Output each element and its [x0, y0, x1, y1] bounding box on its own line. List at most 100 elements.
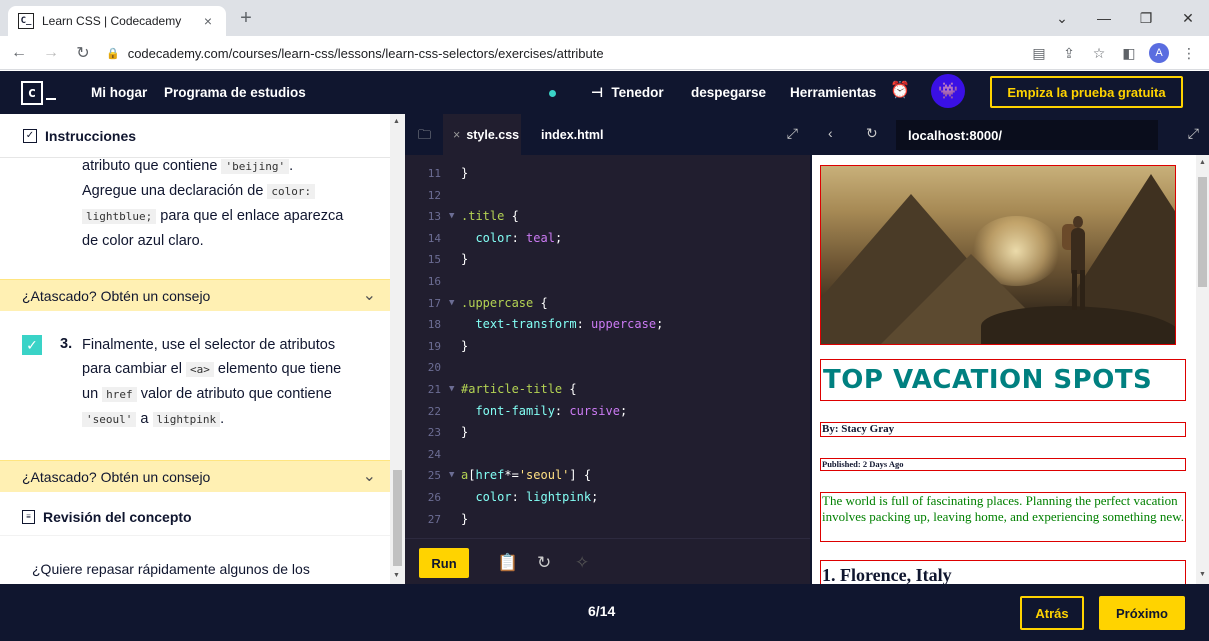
preview-refresh-icon[interactable]: ↻	[866, 125, 878, 142]
tab-style-css[interactable]: × style.css	[443, 114, 521, 155]
browser-tab[interactable]: C_ Learn CSS | Codecademy ×	[8, 6, 226, 36]
code-line[interactable]: 25 ▼ a[href*='seoul'] {	[405, 465, 810, 486]
hiker-body	[1071, 228, 1085, 274]
menu-kebab-icon[interactable]: ⋮	[1179, 45, 1199, 62]
takeoff-button[interactable]: despegarse	[691, 85, 766, 100]
scroll-up-icon[interactable]: ▲	[393, 118, 400, 125]
magic-wand-icon[interactable]: ✧	[575, 553, 589, 573]
fold-arrow-icon[interactable]: ▼	[449, 379, 454, 400]
instructions-header[interactable]: ✓ Instrucciones	[0, 114, 390, 158]
fork-button[interactable]: ⊣ Tenedor	[591, 85, 664, 101]
next-button[interactable]: Próximo	[1099, 596, 1185, 630]
code-line[interactable]: 14 color: teal;	[405, 228, 810, 249]
hint-toggle-step3[interactable]: ¿Atascado? Obtén un consejo ⌄	[0, 460, 390, 492]
code-text: .title {	[461, 206, 519, 227]
side-panel-icon[interactable]: ◧	[1119, 45, 1139, 62]
share-icon[interactable]: ⇪	[1059, 45, 1079, 62]
code-line[interactable]: 15}	[405, 249, 810, 270]
hint-toggle-step2[interactable]: ¿Atascado? Obtén un consejo ⌄	[0, 279, 390, 311]
line-number: 26	[427, 491, 441, 504]
article-byline: By: Stacy Gray	[820, 422, 1186, 437]
code-text: }	[461, 249, 468, 270]
code-token: ;	[619, 403, 628, 418]
codecademy-logo-icon[interactable]: c	[21, 80, 43, 105]
code-line[interactable]: 18 text-transform: uppercase;	[405, 314, 810, 335]
preview-url-field[interactable]: localhost:8000/	[896, 120, 1158, 150]
code-line[interactable]: 19}	[405, 336, 810, 357]
code-token: teal	[526, 230, 555, 245]
instructions-scrollbar[interactable]: ▲ ▼	[390, 114, 405, 584]
code-text: color: lightpink;	[461, 487, 598, 508]
scrollbar-thumb[interactable]	[1198, 177, 1207, 287]
code-line[interactable]: 24	[405, 444, 810, 465]
scroll-down-icon[interactable]: ▼	[1199, 571, 1206, 578]
fold-arrow-icon[interactable]: ▼	[449, 293, 454, 314]
concept-review-header[interactable]: ≡ Revisión del concepto	[0, 498, 390, 536]
code-line[interactable]: 20	[405, 357, 810, 378]
code-line[interactable]: 23}	[405, 422, 810, 443]
close-tab-icon[interactable]: ×	[200, 13, 216, 29]
run-button[interactable]: Run	[419, 548, 469, 578]
step3-complete-check-icon: ✓	[22, 335, 42, 355]
fold-arrow-icon[interactable]: ▼	[449, 206, 454, 227]
code-token: color	[461, 490, 512, 504]
address-bar: ← → ↻ 🔒 codecademy.com/courses/learn-css…	[0, 36, 1209, 70]
fold-arrow-icon[interactable]: ▼	[449, 465, 454, 486]
code-token: :	[576, 317, 592, 332]
back-button[interactable]: Atrás	[1020, 596, 1084, 630]
tab-label: index.html	[541, 127, 604, 142]
code-token: text-transform	[461, 317, 577, 332]
user-avatar-icon[interactable]: 👾	[931, 74, 965, 108]
expand-editor-icon[interactable]: ⤢	[787, 125, 798, 142]
code-line[interactable]: 12	[405, 185, 810, 206]
profile-avatar-icon[interactable]: A	[1149, 43, 1169, 63]
close-window-icon[interactable]: ✕	[1167, 10, 1209, 27]
forward-arrow-icon[interactable]: →	[38, 44, 64, 62]
code-line[interactable]: 13 ▼ .title {	[405, 206, 810, 227]
nav-home[interactable]: Mi hogar	[91, 85, 147, 100]
close-file-icon[interactable]: ×	[453, 128, 460, 142]
code-line[interactable]: 17 ▼ .uppercase {	[405, 293, 810, 314]
code-text: font-family: cursive;	[461, 401, 627, 422]
destination-heading: 1. Florence, Italy	[820, 560, 1186, 584]
tab-list-chevron-icon[interactable]: ⌄	[1041, 10, 1083, 27]
reload-icon[interactable]: ↻	[70, 43, 96, 63]
preview-toolbar: ‹ ↻ localhost:8000/ ⤢	[810, 114, 1209, 155]
checkbox-icon: ✓	[23, 128, 37, 143]
url-field[interactable]: 🔒 codecademy.com/courses/learn-css/lesso…	[106, 40, 1026, 66]
code-token: .title	[461, 209, 505, 224]
fork-label: Tenedor	[611, 85, 664, 100]
preview-scrollbar[interactable]: ▲ ▼	[1196, 155, 1209, 584]
code-area[interactable]: 11} 12 13 ▼ .title {14 color: teal; 15} 16 17 ▼.…	[405, 155, 810, 538]
restore-icon[interactable]: ❐	[1125, 10, 1167, 27]
code-line[interactable]: 11}	[405, 163, 810, 184]
code-line[interactable]: 27}	[405, 509, 810, 530]
tab-label: style.css	[466, 127, 520, 142]
minimize-icon[interactable]: —	[1083, 10, 1125, 26]
code-line[interactable]: 16	[405, 271, 810, 292]
scroll-down-icon[interactable]: ▼	[393, 572, 400, 579]
preview-back-icon[interactable]: ‹	[828, 125, 833, 141]
editor-tabs: 🗀 × style.css index.html ⤢	[405, 114, 810, 155]
tools-button[interactable]: Herramientas	[790, 85, 876, 100]
back-arrow-icon[interactable]: ←	[6, 44, 32, 62]
nav-catalog[interactable]: Programa de estudios	[164, 85, 306, 100]
reset-refresh-icon[interactable]: ↻	[537, 553, 551, 573]
start-free-trial-button[interactable]: Empiza la prueba gratuita	[990, 76, 1183, 108]
expand-preview-icon[interactable]: ⤢	[1188, 125, 1199, 142]
bookmark-star-icon[interactable]: ☆	[1089, 45, 1109, 62]
code-line[interactable]: 26 color: lightpink;	[405, 487, 810, 508]
editor-toolbar: Run 📋 ↻ ✧	[405, 538, 810, 584]
tab-index-html[interactable]: index.html	[541, 114, 604, 155]
copy-clipboard-icon[interactable]: 📋	[497, 553, 518, 573]
scroll-up-icon[interactable]: ▲	[1199, 159, 1206, 166]
hiker-head	[1073, 216, 1083, 228]
new-tab-icon[interactable]: +	[234, 7, 258, 30]
code-line[interactable]: 21 ▼ #article-title {	[405, 379, 810, 400]
alarm-clock-icon[interactable]: ⏰	[890, 80, 910, 100]
scrollbar-thumb[interactable]	[393, 470, 402, 566]
folder-icon[interactable]: 🗀	[418, 126, 431, 148]
translate-icon[interactable]: ▤	[1029, 45, 1049, 62]
code-token: {	[504, 209, 519, 224]
code-line[interactable]: 22 font-family: cursive;	[405, 401, 810, 422]
